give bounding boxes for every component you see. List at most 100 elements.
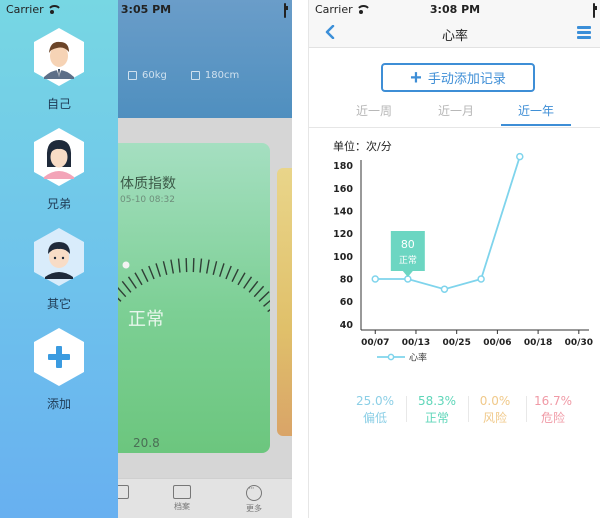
bmi-status-text: 正常 bbox=[128, 309, 164, 330]
plus-icon bbox=[32, 327, 86, 387]
gauge-tick bbox=[243, 276, 253, 289]
x-tick-label: 00/30 bbox=[565, 338, 593, 348]
profile-item-other[interactable]: 其它 bbox=[0, 227, 118, 312]
ruler-icon bbox=[190, 71, 200, 80]
summary-low-pct: 25.0% bbox=[355, 394, 395, 408]
data-tooltip: 80 正常 bbox=[390, 231, 425, 277]
profile-item-brother[interactable]: 兄弟 bbox=[0, 127, 118, 212]
gauge-tick bbox=[170, 259, 175, 274]
legend-marker bbox=[387, 353, 395, 361]
tab-more[interactable]: 更多 bbox=[234, 484, 274, 514]
tab-more-label: 更多 bbox=[246, 504, 262, 513]
status-summary: 25.0% 偏低 58.3% 正常 0.0% 风险 16.7% 危险 bbox=[347, 394, 577, 426]
gauge-indicator bbox=[122, 261, 130, 269]
gauge-tick bbox=[231, 268, 239, 283]
bmi-card[interactable]: 体质指数 05-10 08:32 正常 20.8 bbox=[100, 143, 270, 453]
y-tick-label: 140 bbox=[333, 207, 353, 218]
gauge-tick bbox=[258, 291, 270, 302]
bmi-card-date: 05-10 08:32 bbox=[120, 195, 175, 205]
status-time: 3:08 PM bbox=[429, 2, 481, 16]
plus-icon: + bbox=[410, 66, 422, 89]
bmi-value: 20.8 bbox=[133, 436, 160, 450]
bottom-tab-bar: 档案 更多 bbox=[110, 478, 292, 518]
profile-label-other: 其它 bbox=[46, 297, 71, 311]
add-profile-button[interactable]: 添加 bbox=[0, 327, 118, 412]
gauge-tick bbox=[218, 263, 225, 277]
tab-archive[interactable]: 档案 bbox=[162, 485, 202, 512]
gauge-tick bbox=[225, 265, 232, 280]
more-icon bbox=[246, 484, 262, 501]
legend-label: 心率 bbox=[409, 352, 427, 364]
data-point[interactable] bbox=[516, 152, 524, 161]
status-time: 3:05 PM bbox=[120, 2, 172, 16]
male-avatar-icon bbox=[32, 27, 86, 87]
add-record-button[interactable]: + 手动添加记录 bbox=[381, 63, 535, 92]
summary-normal-label: 正常 bbox=[424, 411, 449, 425]
x-tick-label: 00/06 bbox=[483, 338, 511, 348]
profile-drawer: 自己 兄弟 其它 添加 bbox=[0, 0, 118, 518]
weight-value: 60kg bbox=[142, 70, 167, 81]
y-tick-label: 80 bbox=[340, 275, 354, 286]
archive-icon bbox=[173, 485, 191, 499]
tabs-divider bbox=[309, 127, 600, 128]
summary-danger-pct: 16.7% bbox=[533, 394, 573, 408]
female-avatar-icon bbox=[32, 127, 86, 187]
bmi-card-title: 体质指数 bbox=[120, 176, 176, 192]
tooltip-value: 80 bbox=[401, 238, 415, 251]
summary-low: 25.0% 偏低 bbox=[347, 394, 403, 426]
bmi-gauge bbox=[100, 258, 270, 335]
summary-normal-pct: 58.3% bbox=[417, 394, 457, 408]
y-tick-label: 160 bbox=[333, 184, 353, 195]
weight-stat: 60kg bbox=[128, 70, 167, 81]
tab-archive-label: 档案 bbox=[174, 502, 190, 511]
menu-icon[interactable] bbox=[577, 26, 591, 39]
summary-risk-pct: 0.0% bbox=[479, 394, 511, 408]
child-avatar-icon bbox=[32, 227, 86, 287]
gauge-tick bbox=[237, 272, 246, 286]
scale-icon bbox=[128, 71, 137, 80]
y-tick-label: 100 bbox=[333, 252, 353, 263]
profile-item-self[interactable]: 自己 bbox=[0, 27, 118, 112]
profile-label-self: 自己 bbox=[46, 97, 71, 111]
data-point[interactable] bbox=[477, 275, 485, 283]
y-tick-label: 120 bbox=[333, 229, 353, 240]
summary-normal: 58.3% 正常 bbox=[409, 394, 465, 426]
right-phone-screen: Carrier 3:08 PM 心率 + 手动添加记录 近一周 近一月 近一年 … bbox=[308, 0, 600, 518]
summary-risk-label: 风险 bbox=[482, 411, 507, 425]
x-tick-label: 00/25 bbox=[443, 338, 471, 348]
summary-risk: 0.0% 风险 bbox=[467, 394, 523, 426]
gauge-tick bbox=[127, 276, 137, 289]
gauge-tick bbox=[248, 280, 259, 293]
y-tick-label: 180 bbox=[333, 161, 353, 172]
y-tick-label: 40 bbox=[340, 320, 354, 331]
body-stats-row: 60kg 180cm bbox=[128, 70, 239, 81]
height-value: 180cm bbox=[204, 70, 240, 81]
gauge-tick bbox=[162, 261, 168, 276]
x-tick-label: 00/07 bbox=[361, 338, 389, 348]
gauge-tick bbox=[263, 299, 270, 307]
profile-label-brother: 兄弟 bbox=[46, 197, 71, 211]
gauge-tick bbox=[121, 280, 132, 293]
add-profile-label: 添加 bbox=[46, 397, 71, 411]
gauge-tick bbox=[205, 259, 210, 274]
page-title: 心率 bbox=[441, 29, 468, 44]
tab-month[interactable]: 近一月 bbox=[421, 102, 491, 126]
tab-year[interactable]: 近一年 bbox=[501, 102, 571, 126]
heart-rate-chart: 40 60 80 100 120 140 160 180 00/07 00/13 00/25 00/0… bbox=[333, 152, 593, 364]
summary-divider bbox=[406, 396, 407, 422]
gauge-tick bbox=[199, 258, 203, 273]
data-point[interactable] bbox=[371, 275, 379, 283]
right-status-bar: Carrier 3:08 PM bbox=[309, 0, 600, 18]
tab-week[interactable]: 近一周 bbox=[339, 102, 409, 126]
nav-bar: 心率 bbox=[309, 18, 600, 48]
x-tick-label: 00/18 bbox=[524, 338, 552, 348]
gauge-tick bbox=[177, 258, 181, 273]
period-tabs: 近一周 近一月 近一年 bbox=[339, 102, 571, 126]
next-card-peek[interactable] bbox=[277, 168, 292, 436]
data-point[interactable] bbox=[440, 285, 449, 293]
battery-icon bbox=[593, 3, 595, 18]
tooltip-label: 正常 bbox=[399, 254, 417, 266]
gauge-tick bbox=[155, 263, 162, 277]
gauge-tick bbox=[141, 268, 149, 283]
left-phone-screen: 60kg 180cm 体质指数 05-10 08:32 正常 20.8 档案 更… bbox=[0, 0, 292, 518]
